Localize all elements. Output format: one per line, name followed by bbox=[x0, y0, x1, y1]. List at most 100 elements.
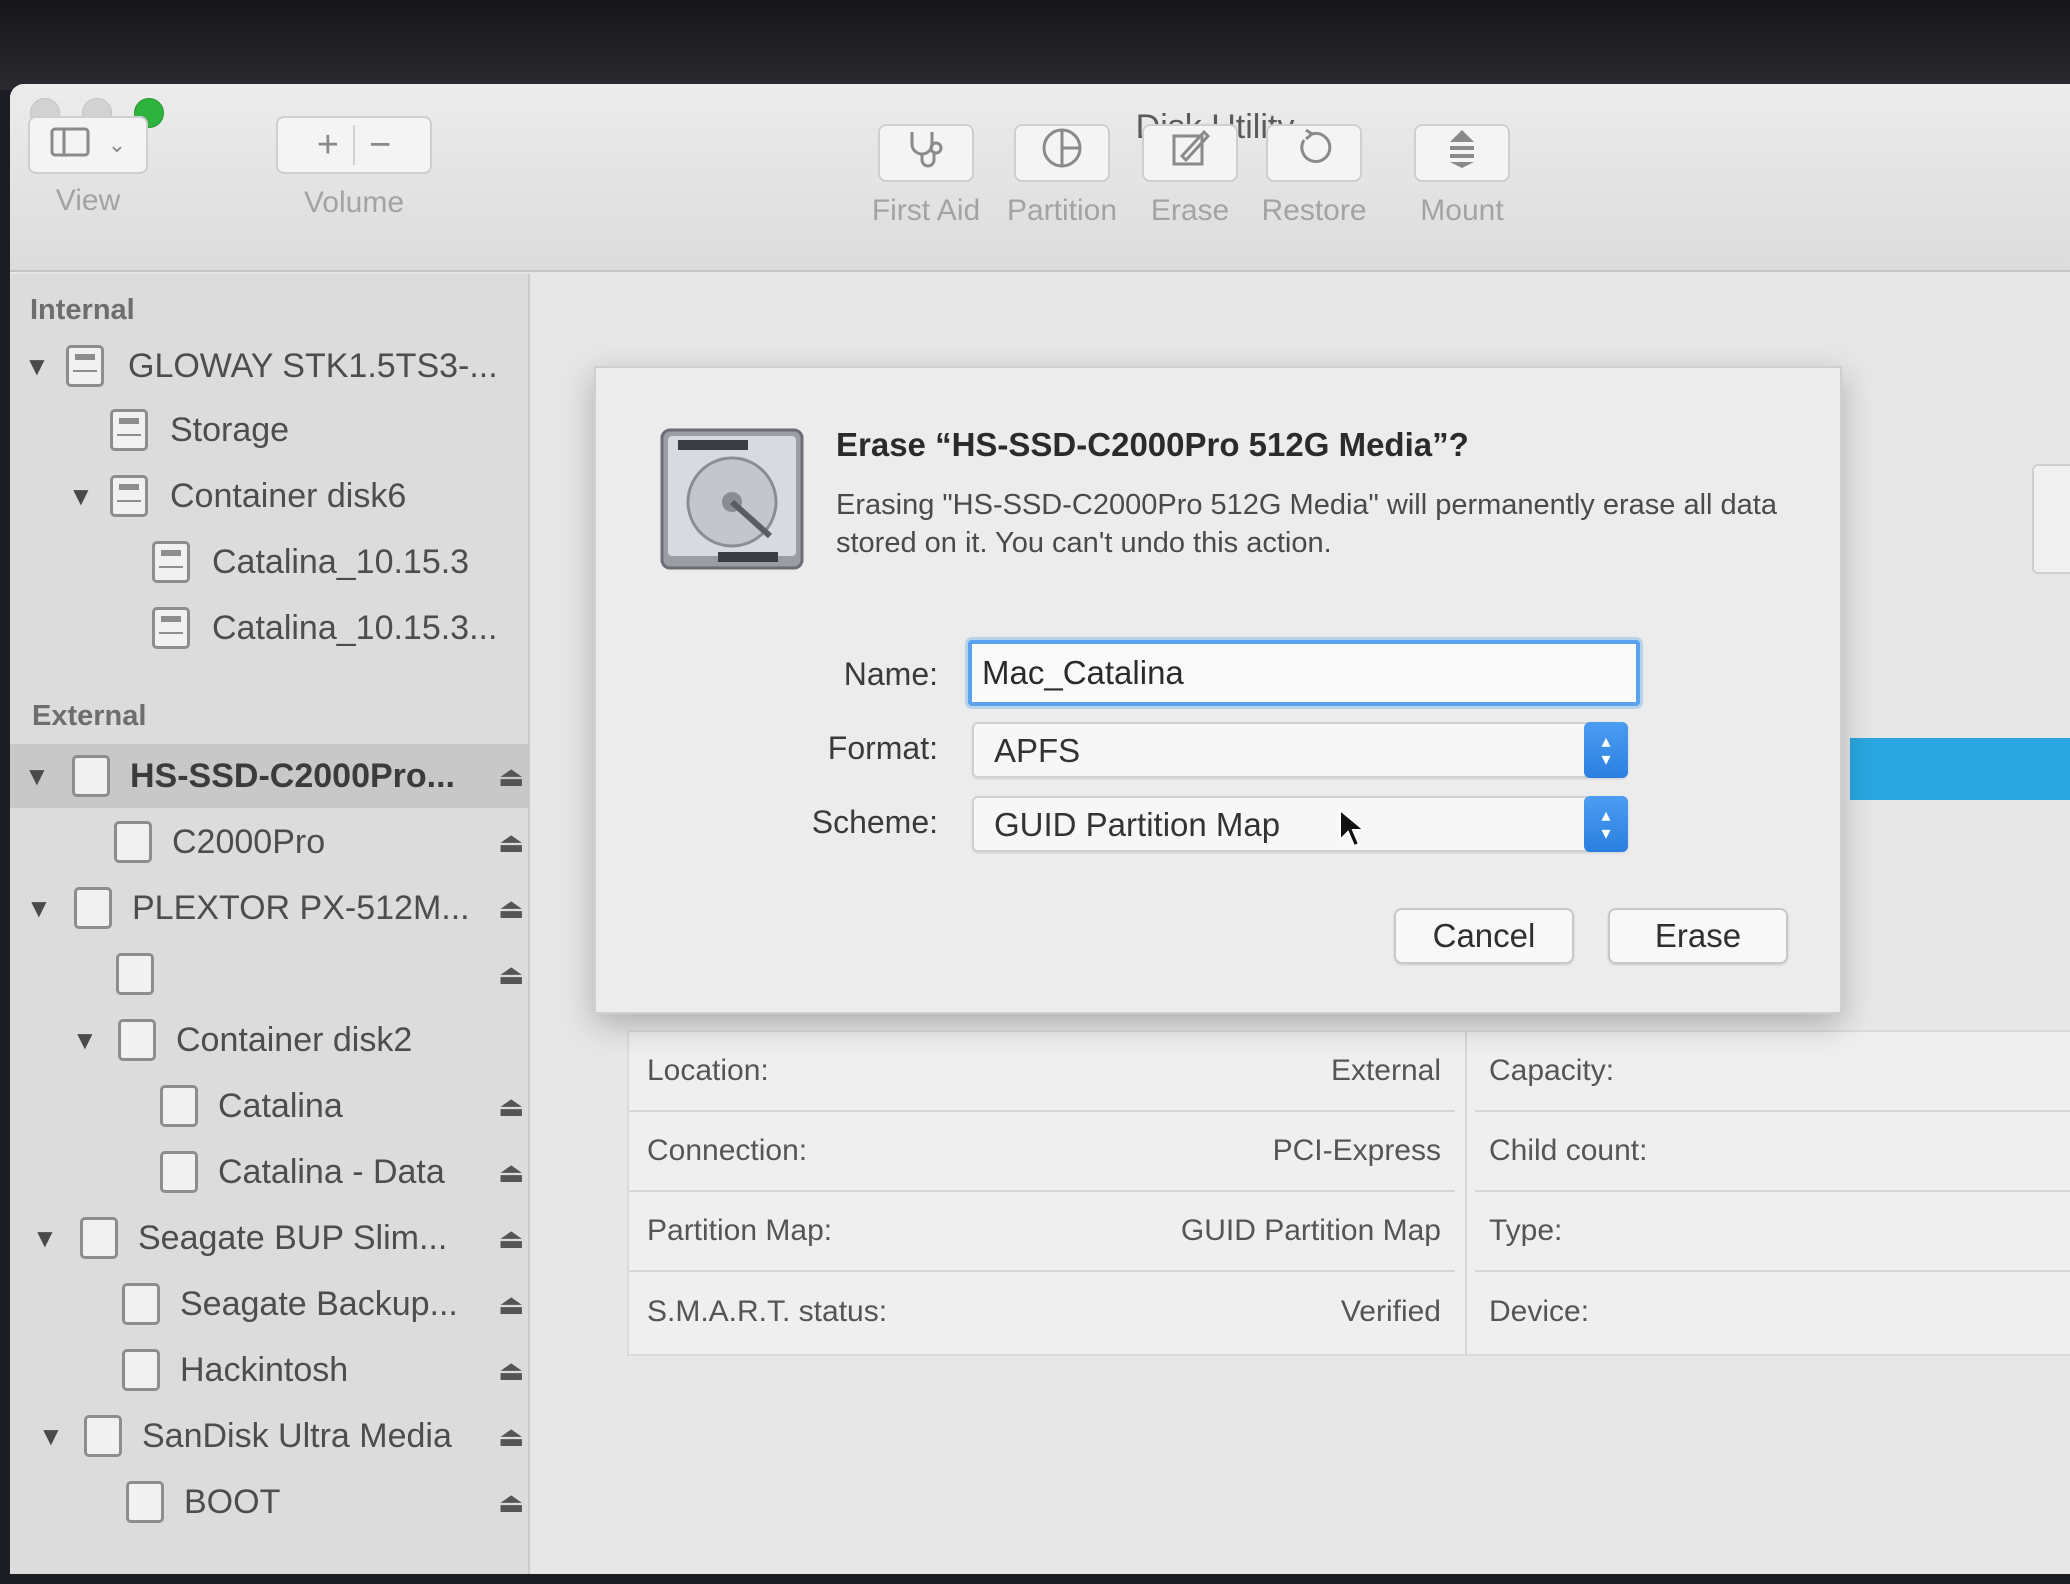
sidebar-item-label: Hackintosh bbox=[180, 1350, 349, 1389]
eject-icon[interactable]: ⏏ bbox=[498, 1222, 524, 1255]
toolbar: Disk Utility ⌄ View + − Volume First Aid bbox=[10, 84, 2070, 272]
info-key: Connection: bbox=[647, 1134, 808, 1167]
sidebar: Internal ▼ GLOWAY STK1.5TS3-... Storage … bbox=[10, 274, 530, 1574]
info-value: PCI-Express bbox=[1272, 1134, 1441, 1167]
sidebar-item-c2000pro[interactable]: C2000Pro ⏏ bbox=[10, 810, 530, 874]
chevron-down-icon: ⌄ bbox=[107, 132, 127, 157]
sidebar-item-label: SanDisk Ultra Media bbox=[142, 1416, 452, 1455]
hard-drive-icon bbox=[160, 1151, 198, 1193]
volume-label: Volume bbox=[303, 186, 405, 219]
updown-chevron-icon: ▴ ▾ bbox=[1584, 722, 1628, 778]
hard-drive-icon bbox=[160, 1085, 198, 1127]
remove-volume-button[interactable]: − bbox=[369, 124, 391, 167]
hard-drive-icon bbox=[80, 1217, 118, 1259]
sidebar-item-label: Catalina - Data bbox=[218, 1152, 445, 1191]
format-select[interactable]: APFS ▴ ▾ bbox=[972, 722, 1628, 778]
hard-drive-icon bbox=[658, 424, 806, 572]
disclosure-triangle-icon[interactable]: ▼ bbox=[38, 1421, 64, 1452]
eject-icon[interactable]: ⏏ bbox=[498, 760, 524, 793]
column-divider bbox=[1465, 1032, 1467, 1354]
sidebar-item-container-disk6[interactable]: ▼ Container disk6 bbox=[10, 464, 530, 528]
sidebar-toggle-icon bbox=[50, 124, 90, 167]
pie-chart-icon bbox=[1040, 126, 1084, 180]
sidebar-item-seagate-backup[interactable]: Seagate Backup... ⏏ bbox=[10, 1272, 530, 1336]
eject-icon[interactable]: ⏏ bbox=[498, 958, 524, 991]
disclosure-triangle-icon[interactable]: ▼ bbox=[32, 1223, 58, 1254]
eject-icon[interactable]: ⏏ bbox=[498, 1090, 524, 1123]
eject-icon[interactable]: ⏏ bbox=[498, 1354, 524, 1387]
hard-drive-icon bbox=[110, 409, 148, 451]
eraser-icon bbox=[1168, 126, 1212, 180]
format-value: APFS bbox=[994, 732, 1081, 769]
sidebar-item-label: C2000Pro bbox=[172, 822, 326, 861]
hard-drive-icon bbox=[84, 1415, 122, 1457]
eject-icon[interactable]: ⏏ bbox=[498, 1486, 524, 1519]
mouse-pointer-icon bbox=[1338, 807, 1368, 848]
disclosure-triangle-icon[interactable]: ▼ bbox=[72, 1025, 98, 1056]
external-section-header: External bbox=[32, 700, 147, 732]
erase-toolbar-button[interactable] bbox=[1142, 124, 1238, 182]
eject-icon[interactable]: ⏏ bbox=[498, 892, 524, 925]
sidebar-item-unnamed-volume[interactable]: ⏏ bbox=[10, 942, 530, 1006]
internal-section-header: Internal bbox=[30, 294, 135, 326]
info-key: Location: bbox=[647, 1054, 769, 1087]
sidebar-item-gloway[interactable]: ▼ GLOWAY STK1.5TS3-... bbox=[10, 334, 530, 398]
hard-drive-icon bbox=[110, 475, 148, 517]
disclosure-triangle-icon[interactable]: ▼ bbox=[24, 761, 50, 792]
screen-bezel-bottom bbox=[0, 1574, 2070, 1584]
info-key: Child count: bbox=[1489, 1134, 1648, 1167]
scheme-value: GUID Partition Map bbox=[994, 806, 1281, 843]
sidebar-item-plextor[interactable]: ▼ PLEXTOR PX-512M... ⏏ bbox=[10, 876, 530, 940]
view-button[interactable]: ⌄ bbox=[28, 116, 148, 174]
disk-utility-window: Disk Utility ⌄ View + − Volume First Aid bbox=[10, 84, 2070, 1574]
eject-icon[interactable]: ⏏ bbox=[498, 1288, 524, 1321]
scheme-select[interactable]: GUID Partition Map ▴ ▾ bbox=[972, 796, 1628, 852]
sidebar-item-container-disk2[interactable]: ▼ Container disk2 bbox=[10, 1008, 530, 1072]
disclosure-triangle-icon[interactable]: ▼ bbox=[26, 893, 52, 924]
info-key: Type: bbox=[1489, 1214, 1563, 1247]
stethoscope-icon bbox=[904, 128, 948, 178]
hard-drive-icon bbox=[66, 345, 104, 387]
first-aid-button[interactable] bbox=[878, 124, 974, 182]
hard-drive-icon bbox=[122, 1283, 160, 1325]
hard-drive-icon bbox=[118, 1019, 156, 1061]
info-value: External bbox=[1330, 1054, 1441, 1087]
info-row-device: Device: bbox=[1475, 1272, 2070, 1352]
sidebar-item-label: Storage bbox=[170, 410, 290, 449]
capacity-bar bbox=[1850, 738, 2070, 800]
name-label: Name: bbox=[843, 656, 938, 692]
screen-bezel bbox=[0, 0, 2070, 90]
hard-drive-icon bbox=[72, 755, 110, 797]
partition-button[interactable] bbox=[1014, 124, 1110, 182]
sidebar-item-boot[interactable]: BOOT ⏏ bbox=[10, 1470, 530, 1534]
sidebar-item-catalina-10153-data[interactable]: Catalina_10.15.3... bbox=[10, 596, 530, 660]
sidebar-item-seagate-bup[interactable]: ▼ Seagate BUP Slim... ⏏ bbox=[10, 1206, 530, 1270]
info-value: Verified bbox=[1340, 1295, 1441, 1328]
name-input[interactable] bbox=[968, 640, 1640, 706]
erase-button[interactable]: Erase bbox=[1608, 908, 1788, 964]
disclosure-triangle-icon[interactable]: ▼ bbox=[68, 481, 94, 512]
eject-icon[interactable]: ⏏ bbox=[498, 1420, 524, 1453]
scheme-label: Scheme: bbox=[811, 804, 938, 840]
sidebar-item-hackintosh[interactable]: Hackintosh ⏏ bbox=[10, 1338, 530, 1402]
eject-icon[interactable]: ⏏ bbox=[498, 826, 524, 859]
cancel-button[interactable]: Cancel bbox=[1394, 908, 1574, 964]
partition-label: Partition bbox=[1006, 194, 1118, 227]
sidebar-item-storage[interactable]: Storage bbox=[10, 398, 530, 462]
sidebar-item-hs-ssd[interactable]: ▼ HS-SSD-C2000Pro... ⏏ bbox=[10, 744, 530, 808]
sidebar-item-catalina-10153[interactable]: Catalina_10.15.3 bbox=[10, 530, 530, 594]
info-row-location: Location: External bbox=[629, 1032, 1455, 1112]
sidebar-item-label: GLOWAY STK1.5TS3-... bbox=[128, 346, 498, 385]
mount-label: Mount bbox=[1420, 194, 1504, 227]
restore-arrow-icon bbox=[1292, 126, 1336, 180]
sidebar-item-sandisk[interactable]: ▼ SanDisk Ultra Media ⏏ bbox=[10, 1404, 530, 1468]
sidebar-item-catalina-data[interactable]: Catalina - Data ⏏ bbox=[10, 1140, 530, 1204]
info-row-child-count: Child count: bbox=[1475, 1112, 2070, 1192]
sidebar-item-catalina[interactable]: Catalina ⏏ bbox=[10, 1074, 530, 1138]
restore-button[interactable] bbox=[1266, 124, 1362, 182]
disclosure-triangle-icon[interactable]: ▼ bbox=[24, 351, 50, 382]
add-volume-button[interactable]: + bbox=[317, 124, 339, 167]
dialog-message: Erasing "HS-SSD-C2000Pro 512G Media" wil… bbox=[836, 489, 1777, 559]
eject-icon[interactable]: ⏏ bbox=[498, 1156, 524, 1189]
mount-button[interactable] bbox=[1414, 124, 1510, 182]
